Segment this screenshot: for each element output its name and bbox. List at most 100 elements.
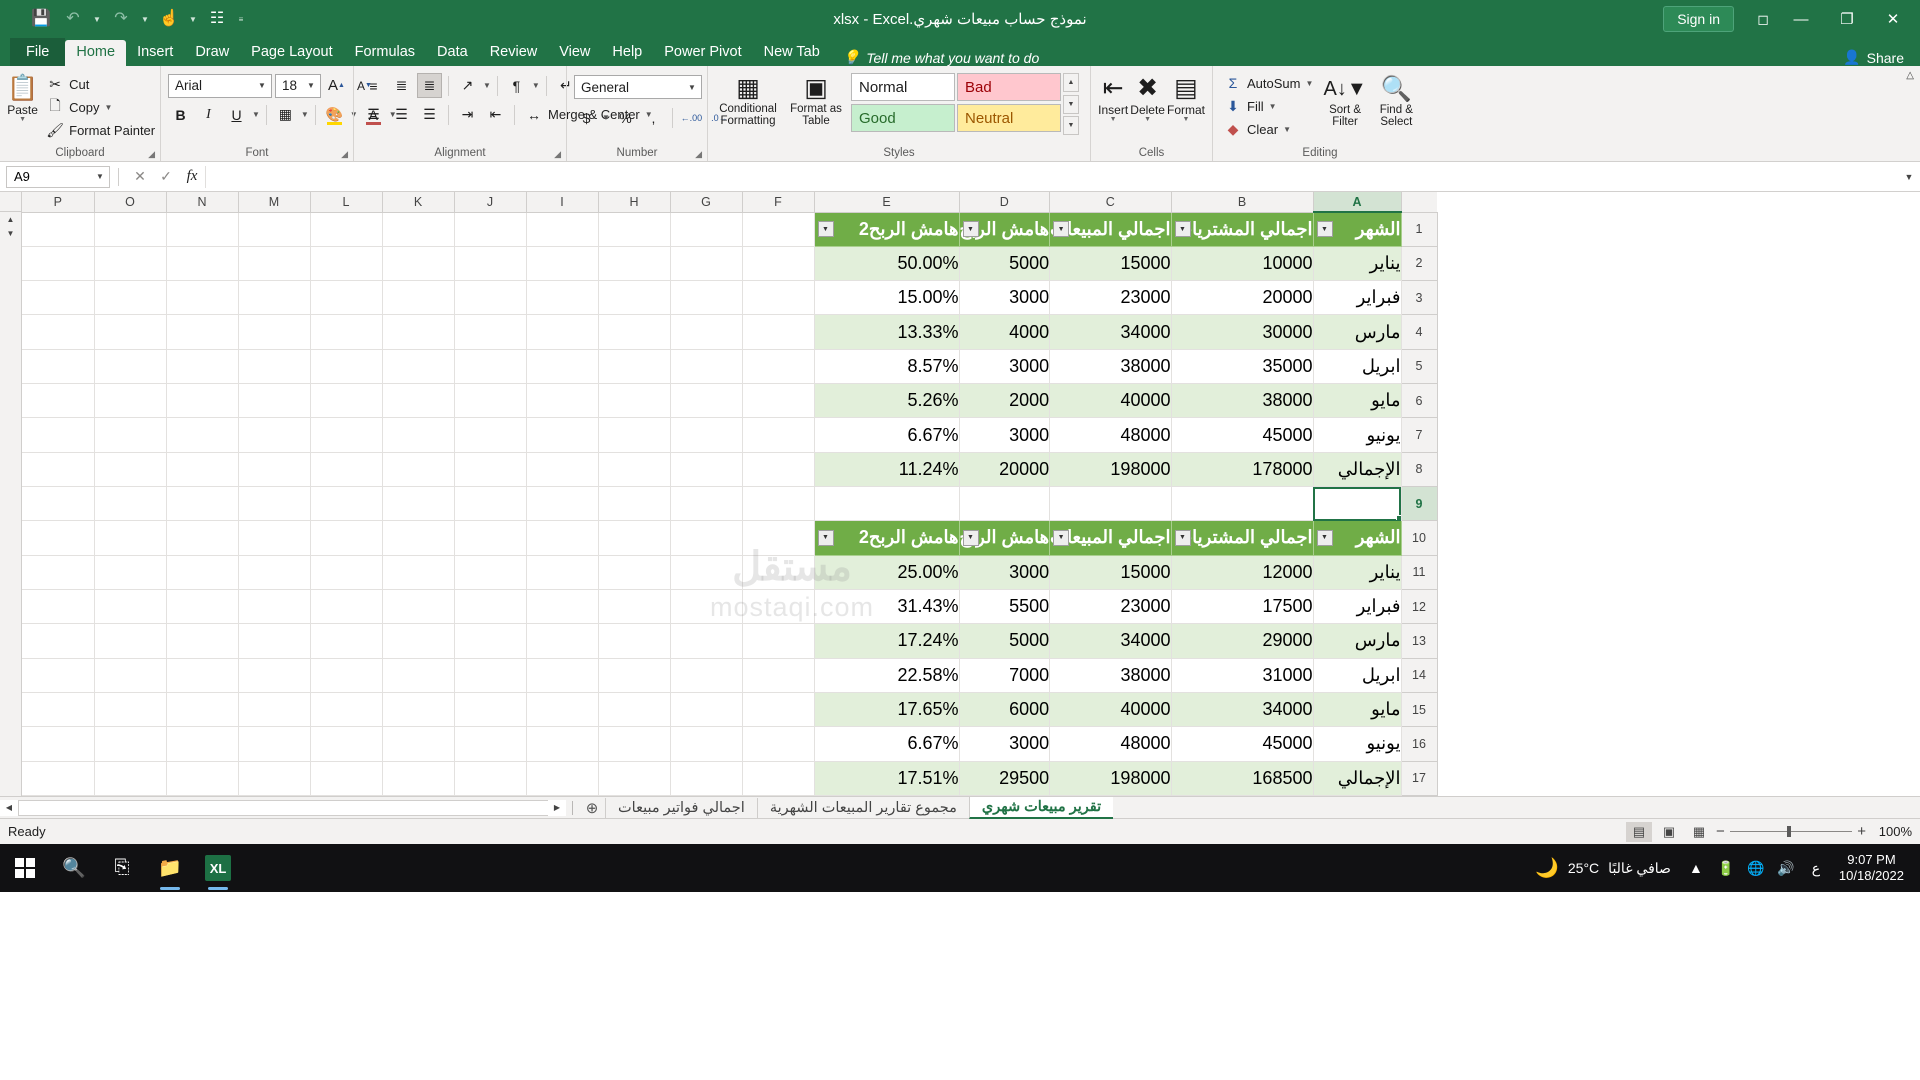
cell-A5[interactable]: ابريل	[1313, 349, 1402, 385]
cell-C14[interactable]: 38000	[1049, 658, 1172, 693]
cell-C12[interactable]: 23000	[1049, 589, 1172, 625]
row-header-6[interactable]: 6	[1401, 383, 1438, 419]
cell-C5[interactable]: 38000	[1049, 349, 1172, 385]
tell-me-box[interactable]: 💡 Tell me what you want to do	[831, 49, 1039, 66]
start-icon[interactable]	[0, 844, 50, 892]
cell-A7[interactable]: يونيو	[1313, 417, 1402, 453]
cell-D7[interactable]: 3000	[959, 417, 1051, 453]
table-row[interactable]: 15.00% 3000 23000 20000 فبراير 3	[22, 280, 1438, 316]
cell-F3[interactable]	[742, 280, 815, 316]
col-header-N[interactable]: N	[166, 192, 239, 213]
insert-cells-button[interactable]: ⇤ Insert ▼	[1098, 71, 1128, 123]
page-break-view-icon[interactable]: ▦	[1686, 822, 1712, 842]
cell-I4[interactable]	[526, 314, 599, 350]
cell-J6[interactable]	[454, 383, 527, 419]
delete-dropdown-icon[interactable]: ▼	[1144, 116, 1151, 123]
cell-C15[interactable]: 40000	[1049, 692, 1172, 728]
customize-qat-icon[interactable]: ☷	[202, 5, 232, 33]
cell-O10[interactable]	[94, 520, 167, 556]
table-row[interactable]: 31.43% 5500 23000 17500 فبراير 12	[22, 589, 1438, 625]
cell-L9[interactable]	[310, 486, 383, 522]
tab-view[interactable]: View	[548, 40, 601, 66]
increase-indent-button[interactable]: ⇤	[483, 102, 508, 127]
filter-icon[interactable]: ▼	[1174, 529, 1191, 546]
insert-dropdown-icon[interactable]: ▼	[1110, 116, 1117, 123]
cell-J5[interactable]	[454, 349, 527, 385]
cell-L12[interactable]	[310, 589, 383, 625]
search-icon[interactable]: 🔍	[50, 844, 98, 892]
cell-N4[interactable]	[166, 314, 239, 350]
cell-G16[interactable]	[670, 726, 743, 762]
cell-H13[interactable]	[598, 623, 671, 659]
table-row[interactable]: 50.00% 5000 15000 10000 يناير 2	[22, 246, 1438, 282]
cell-H2[interactable]	[598, 246, 671, 282]
cell-A9-selected[interactable]	[1313, 486, 1402, 522]
cell-J13[interactable]	[454, 623, 527, 659]
cell-P17[interactable]	[22, 761, 95, 796]
cell-N1[interactable]	[166, 212, 239, 247]
cell-K15[interactable]	[382, 692, 455, 728]
cell-C1[interactable]: ▼ اجمالي المبيعات	[1049, 212, 1172, 247]
zoom-level[interactable]: 100%	[1870, 824, 1912, 839]
cell-L11[interactable]	[310, 555, 383, 590]
cell-B15[interactable]: 34000	[1171, 692, 1314, 728]
tab-power-pivot[interactable]: Power Pivot	[653, 40, 752, 66]
filter-icon[interactable]: ▼	[1053, 221, 1070, 238]
cell-G4[interactable]	[670, 314, 743, 350]
cell-H11[interactable]	[598, 555, 671, 590]
filter-icon[interactable]: ▼	[962, 529, 979, 546]
cell-P5[interactable]	[22, 349, 95, 385]
tab-data[interactable]: Data	[426, 40, 479, 66]
borders-icon[interactable]: ▦	[273, 102, 298, 127]
cell-P7[interactable]	[22, 417, 95, 453]
clipboard-dialog-launcher[interactable]: ◢	[148, 149, 155, 160]
cell-E12[interactable]: 31.43%	[814, 589, 960, 625]
redo-icon[interactable]: ↷	[106, 5, 136, 33]
cell-C9[interactable]	[1049, 486, 1172, 522]
cell-D6[interactable]: 2000	[959, 383, 1051, 419]
cell-H14[interactable]	[598, 658, 671, 693]
cell-O1[interactable]	[94, 212, 167, 247]
cell-K11[interactable]	[382, 555, 455, 590]
redo-dropdown-icon[interactable]: ▼	[138, 5, 152, 33]
cell-F17[interactable]	[742, 761, 815, 796]
col-header-K[interactable]: K	[382, 192, 455, 213]
cell-I5[interactable]	[526, 349, 599, 385]
cell-M13[interactable]	[238, 623, 311, 659]
cell-B16[interactable]: 45000	[1171, 726, 1314, 762]
taskbar-clock[interactable]: 9:07 PM 10/18/2022	[1831, 852, 1912, 884]
cell-K16[interactable]	[382, 726, 455, 762]
cell-O6[interactable]	[94, 383, 167, 419]
styles-scroll-down-icon[interactable]: ▼	[1063, 94, 1079, 114]
cell-A14[interactable]: ابريل	[1313, 658, 1402, 693]
cell-F6[interactable]	[742, 383, 815, 419]
increase-font-size-button[interactable]: A ▲	[324, 73, 349, 98]
cell-D11[interactable]: 3000	[959, 555, 1051, 590]
cell-N2[interactable]	[166, 246, 239, 282]
cell-G3[interactable]	[670, 280, 743, 316]
cell-E1[interactable]: ▼ هامش الربح2	[814, 212, 960, 247]
cell-I1[interactable]	[526, 212, 599, 247]
cell-E16[interactable]: 6.67%	[814, 726, 960, 762]
cell-B4[interactable]: 30000	[1171, 314, 1314, 350]
col-header-B[interactable]: B	[1171, 192, 1314, 213]
horizontal-scrollbar[interactable]	[18, 799, 549, 816]
cell-D5[interactable]: 3000	[959, 349, 1051, 385]
cell-E17[interactable]: 17.51%	[814, 760, 960, 796]
row-header-1[interactable]: 1	[1401, 212, 1438, 247]
cell-F16[interactable]	[742, 726, 815, 762]
cell-N14[interactable]	[166, 658, 239, 693]
decrease-indent-button[interactable]: ⇥	[455, 102, 480, 127]
cell-H4[interactable]	[598, 314, 671, 350]
text-direction-dropdown-icon[interactable]: ▼	[532, 81, 540, 90]
col-header-L[interactable]: L	[310, 192, 383, 213]
col-header-I[interactable]: I	[526, 192, 599, 213]
cell-K12[interactable]	[382, 589, 455, 625]
cell-style-neutral[interactable]: Neutral	[957, 104, 1061, 132]
col-header-H[interactable]: H	[598, 192, 671, 213]
cell-P13[interactable]	[22, 623, 95, 659]
table-row[interactable]: 25.00% 3000 15000 12000 يناير 11	[22, 555, 1438, 590]
hscroll-left-icon[interactable]: ◀	[0, 799, 18, 816]
sort-filter-button[interactable]: A↓▼ Sort & Filter	[1321, 72, 1368, 128]
increase-decimal-button[interactable]: ← .00	[679, 105, 704, 130]
